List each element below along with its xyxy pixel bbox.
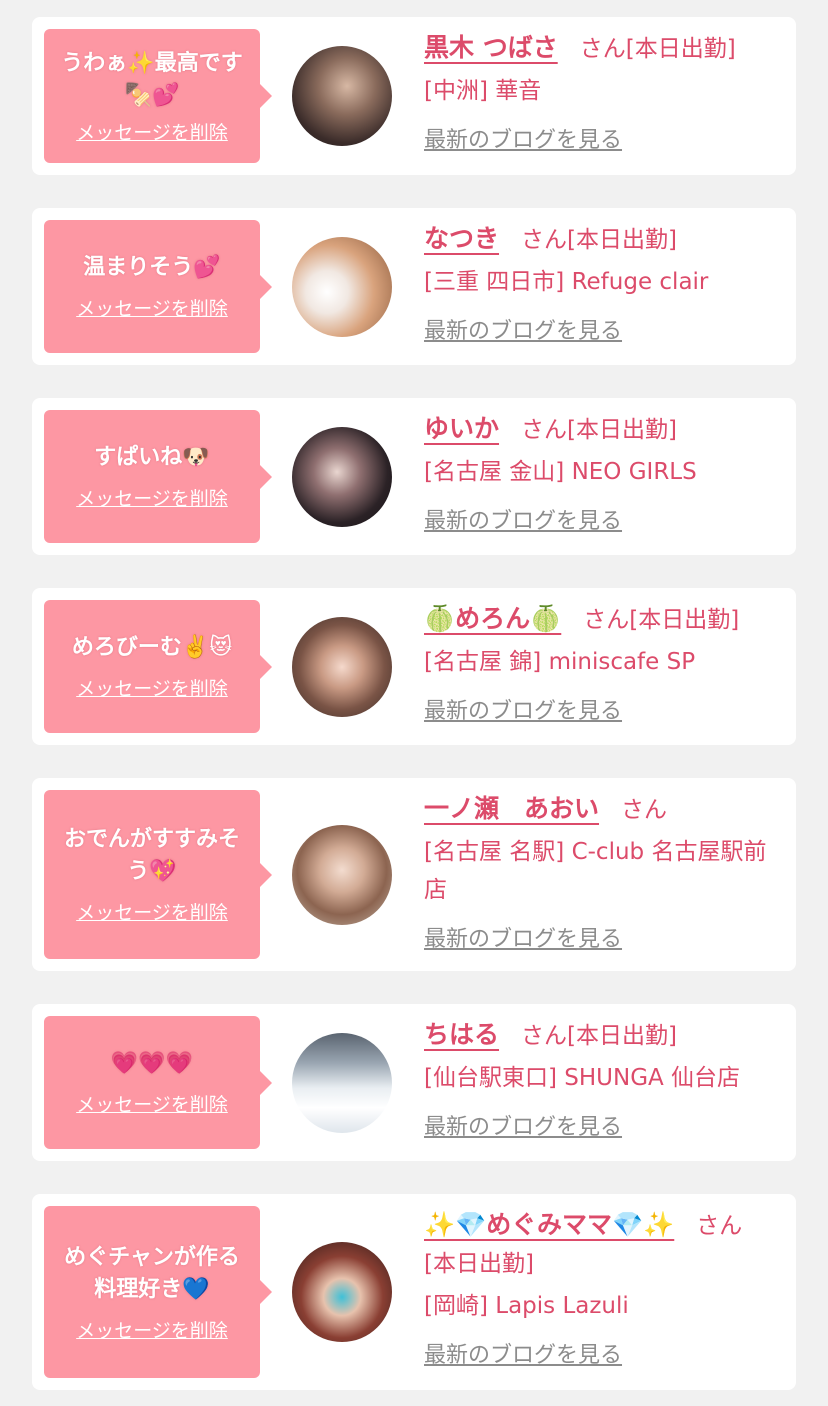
attendance-status: [本日出勤]: [567, 417, 677, 443]
attendance-status: [本日出勤]: [567, 227, 677, 253]
message-card: めぐチャンが作る料理好き💙 メッセージを削除 ✨💎めぐみママ💎✨ さん [本日出勤]…: [32, 1194, 796, 1390]
shop-name: [名古屋 金山] NEO GIRLS: [424, 459, 697, 485]
message-bubble: 💗💗💗 メッセージを削除: [44, 1016, 272, 1149]
cast-name-link[interactable]: 黒木 つばさ: [424, 33, 558, 62]
delete-message-button[interactable]: メッセージを削除: [76, 294, 228, 321]
cast-name-link[interactable]: ゆいか: [424, 414, 499, 443]
message-bubble: すぱいね🐶 メッセージを削除: [44, 410, 272, 543]
message-bubble: うわぁ✨最高です🍢💕 メッセージを削除: [44, 29, 272, 163]
avatar[interactable]: [292, 1033, 392, 1133]
delete-message-button[interactable]: メッセージを削除: [76, 1090, 228, 1117]
message-bubble: 温まりそう💕 メッセージを削除: [44, 220, 272, 353]
latest-blog-link[interactable]: 最新のブログを見る: [424, 1337, 622, 1369]
attendance-status: [本日出勤]: [625, 36, 736, 62]
delete-message-button[interactable]: メッセージを削除: [76, 484, 228, 511]
message-card: うわぁ✨最高です🍢💕 メッセージを削除 黒木 つばさ さん[本日出勤] [中洲] …: [32, 17, 796, 175]
latest-blog-link[interactable]: 最新のブログを見る: [424, 122, 622, 154]
message-card: おでんがすすみそう💖 メッセージを削除 一ノ瀬 あおい さん [名古屋 名駅] C…: [32, 778, 796, 971]
message-text: おでんがすすみそう💖: [63, 827, 240, 884]
honorific: さん: [621, 797, 668, 823]
avatar[interactable]: [292, 1242, 392, 1342]
latest-blog-link[interactable]: 最新のブログを見る: [424, 693, 622, 725]
shop-name: [三重 四日市] Refuge clair: [424, 269, 709, 295]
message-text: 💗💗💗: [110, 1051, 194, 1076]
attendance-status: [本日出勤]: [567, 1023, 677, 1049]
shop-name: [名古屋 錦] miniscafe SP: [424, 649, 696, 675]
message-card: すぱいね🐶 メッセージを削除 ゆいか さん[本日出勤] [名古屋 金山] NEO …: [32, 398, 796, 555]
avatar[interactable]: [292, 46, 392, 146]
shop-name: [岡崎] Lapis Lazuli: [424, 1293, 629, 1319]
cast-name-link[interactable]: ちはる: [424, 1020, 499, 1049]
cast-name-link[interactable]: ✨💎めぐみママ💎✨: [424, 1210, 674, 1239]
honorific: さん: [521, 1023, 568, 1049]
cast-name-link[interactable]: 🍈めろん🍈: [424, 604, 561, 633]
message-text: めぐチャンが作る料理好き💙: [64, 1244, 240, 1302]
honorific: さん: [579, 36, 626, 62]
latest-blog-link[interactable]: 最新のブログを見る: [424, 1109, 622, 1141]
shop-name: [仙台駅東口] SHUNGA 仙台店: [424, 1065, 741, 1091]
latest-blog-link[interactable]: 最新のブログを見る: [424, 503, 622, 535]
message-card: 温まりそう💕 メッセージを削除 なつき さん[本日出勤] [三重 四日市] Ref…: [32, 208, 796, 365]
delete-message-button[interactable]: メッセージを削除: [76, 1316, 228, 1343]
message-bubble: めろびーむ✌️😻 メッセージを削除: [44, 600, 272, 733]
attendance-status: [本日出勤]: [424, 1251, 534, 1277]
delete-message-button[interactable]: メッセージを削除: [76, 118, 228, 145]
shop-name: [名古屋 名駅] C-club 名古屋駅前店: [424, 839, 767, 903]
latest-blog-link[interactable]: 最新のブログを見る: [424, 313, 622, 345]
honorific: さん: [521, 227, 568, 253]
honorific: さん: [696, 1213, 743, 1239]
message-text: 温まりそう💕: [83, 255, 221, 280]
message-card: めろびーむ✌️😻 メッセージを削除 🍈めろん🍈 さん[本日出勤] [名古屋 錦] …: [32, 588, 796, 745]
message-bubble: おでんがすすみそう💖 メッセージを削除: [44, 790, 272, 959]
message-card: 💗💗💗 メッセージを削除 ちはる さん[本日出勤] [仙台駅東口] SHUNGA …: [32, 1004, 796, 1161]
honorific: さん: [521, 417, 568, 443]
cast-name-link[interactable]: 一ノ瀬 あおい: [424, 794, 599, 823]
shop-name: [中洲] 華音: [424, 78, 542, 104]
latest-blog-link[interactable]: 最新のブログを見る: [424, 921, 622, 953]
message-bubble: めぐチャンが作る料理好き💙 メッセージを削除: [44, 1206, 272, 1378]
message-text: すぱいね🐶: [94, 445, 210, 470]
message-text: うわぁ✨最高です🍢💕: [61, 50, 243, 108]
avatar[interactable]: [292, 237, 392, 337]
avatar[interactable]: [292, 825, 392, 925]
message-text: めろびーむ✌️😻: [71, 635, 233, 660]
avatar[interactable]: [292, 427, 392, 527]
delete-message-button[interactable]: メッセージを削除: [76, 898, 228, 925]
avatar[interactable]: [292, 617, 392, 717]
cast-name-link[interactable]: なつき: [424, 224, 499, 253]
delete-message-button[interactable]: メッセージを削除: [76, 674, 228, 701]
attendance-status: [本日出勤]: [629, 607, 740, 633]
honorific: さん: [583, 607, 630, 633]
